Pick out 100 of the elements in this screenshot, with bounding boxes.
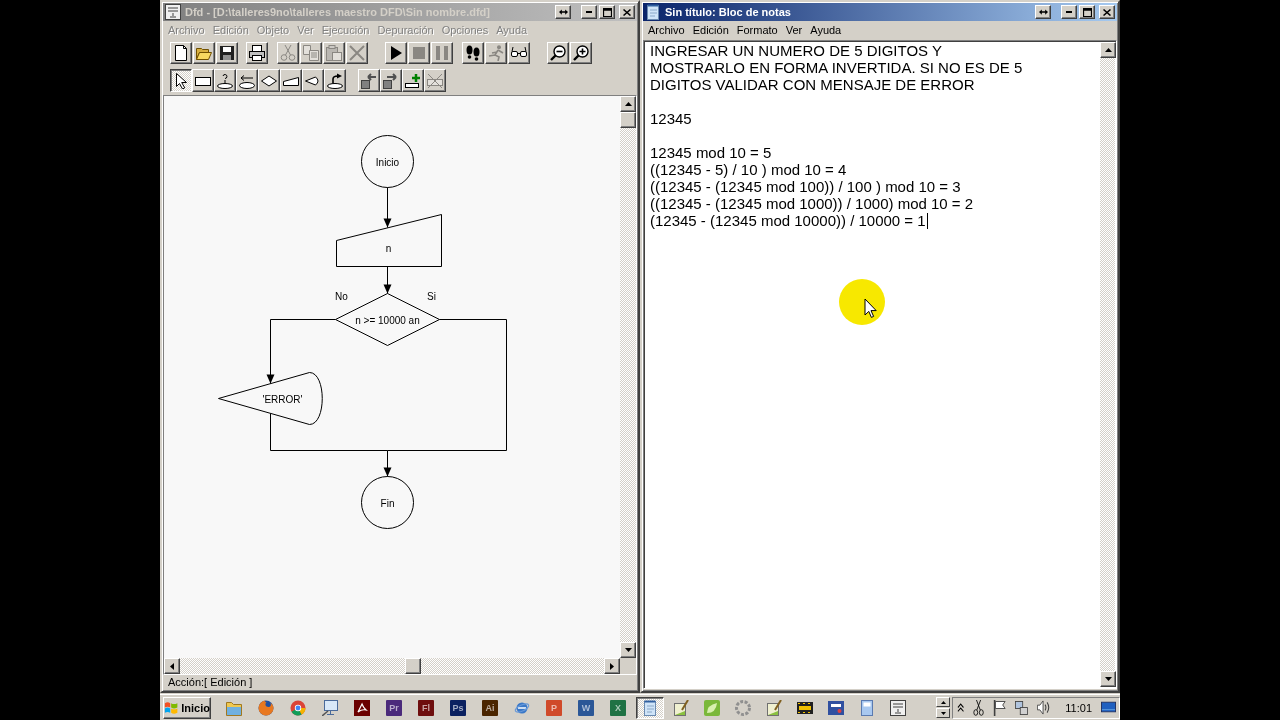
- pencil-document-icon: [766, 699, 782, 716]
- down-arrow-icon: [940, 711, 946, 715]
- menu-item[interactable]: Edición: [688, 22, 733, 39]
- taskbar-window-button[interactable]: [636, 696, 664, 719]
- minimize-button[interactable]: [1061, 5, 1077, 19]
- toolbar-button[interactable]: [170, 42, 192, 64]
- down-arrow-icon: [1104, 677, 1112, 681]
- text-line: 12345 mod 10 = 5: [650, 144, 772, 161]
- scroll-down-button[interactable]: [936, 708, 950, 718]
- text-cursor-icon: [926, 212, 928, 229]
- text-line: ((12345 - (12345 mod 1000)) / 1000) mod 10 = 2: [650, 195, 974, 212]
- scroll-left-button[interactable]: [164, 658, 180, 674]
- text-line: ((12345 - (12345 mod 100)) / 100 ) mod 10 = 3: [650, 178, 961, 195]
- branch-label: Si: [427, 290, 436, 302]
- scroll-right-button[interactable]: [604, 658, 620, 674]
- app-launcher-button[interactable]: Pr: [386, 699, 402, 716]
- double-arrow-icon: [1038, 9, 1048, 15]
- scroll-up-button[interactable]: [936, 697, 950, 707]
- up-arrow-icon: [624, 102, 632, 106]
- close-button[interactable]: [619, 5, 635, 19]
- close-icon: [623, 8, 631, 16]
- left-arrow-icon: [170, 662, 174, 670]
- scroll-thumb[interactable]: [405, 658, 422, 674]
- resize-button[interactable]: [555, 5, 571, 19]
- toolbar-button[interactable]: [385, 42, 407, 64]
- app-launcher-button[interactable]: Fl: [418, 699, 434, 716]
- new-file-icon: [173, 45, 189, 61]
- leaf-icon: [704, 699, 720, 716]
- terminal-node: Inicio: [361, 135, 414, 188]
- scroll-thumb[interactable]: [620, 112, 636, 128]
- maximize-icon: [1082, 7, 1092, 17]
- speaker-icon: [1037, 700, 1051, 715]
- toolbar-button[interactable]: [216, 42, 238, 64]
- windows-flag-icon: [164, 700, 179, 715]
- stop-square-icon: [411, 45, 427, 61]
- down-arrow-icon: [624, 648, 632, 652]
- menu-item[interactable]: Formato: [732, 22, 782, 39]
- menu-item[interactable]: Ayuda: [806, 22, 846, 39]
- scroll-up-button[interactable]: [1100, 42, 1116, 58]
- chevron-up-icon: [957, 703, 965, 712]
- start-button[interactable]: Inicio: [163, 696, 211, 719]
- lined-document-icon: [165, 4, 181, 20]
- app-launcher-button[interactable]: W: [578, 699, 594, 716]
- bar-plus-icon: [405, 72, 421, 89]
- minimize-button[interactable]: [581, 5, 597, 19]
- dashed-ring-icon: [735, 699, 751, 716]
- pencil-document-icon: [673, 699, 689, 716]
- toolbar-button[interactable]: [570, 42, 592, 64]
- tool-button[interactable]: [170, 69, 192, 92]
- toolbar-button[interactable]: [358, 69, 380, 92]
- vertical-scrollbar[interactable]: [620, 96, 636, 658]
- open-folder-icon: [196, 45, 212, 61]
- status-text: Acción:[ Edición ]: [168, 675, 253, 689]
- app-launcher-button[interactable]: P: [546, 699, 562, 716]
- scroll-down-button[interactable]: [620, 642, 636, 658]
- app-launcher-button[interactable]: Ai: [482, 699, 498, 716]
- maximize-button[interactable]: [1079, 5, 1095, 19]
- toolbar-button[interactable]: [402, 69, 424, 92]
- toolbar-button[interactable]: [246, 42, 268, 64]
- notepad-icon: [645, 4, 661, 20]
- monitor-icon: [322, 699, 338, 716]
- text-line: INGRESAR UN NUMERO DE 5 DIGITOS Y: [650, 42, 942, 59]
- input-node: n: [336, 214, 442, 267]
- menu-item[interactable]: Ver: [781, 22, 807, 39]
- app-launcher-button[interactable]: X: [610, 699, 626, 716]
- branch-label: No: [335, 290, 348, 302]
- cursor-highlight-icon: [839, 279, 885, 325]
- close-button[interactable]: [1099, 5, 1115, 19]
- resize-button[interactable]: [1035, 5, 1051, 19]
- desktop-icon: [1101, 699, 1116, 714]
- maximize-button[interactable]: [599, 5, 615, 19]
- up-arrow-icon: [1104, 48, 1112, 52]
- notepad-icon: [642, 699, 658, 716]
- vertical-scrollbar[interactable]: [1100, 42, 1115, 687]
- play-icon: [388, 45, 404, 61]
- pause-icon: [434, 45, 450, 61]
- globe-icon: [258, 699, 274, 716]
- minimize-icon: [1066, 11, 1072, 13]
- toolbar-button[interactable]: [462, 42, 484, 64]
- menu-item[interactable]: Archivo: [644, 22, 689, 39]
- horizontal-scrollbar[interactable]: [164, 658, 620, 674]
- output-node: 'ERROR': [218, 372, 323, 425]
- toolbar-button[interactable]: [508, 42, 530, 64]
- toolbar-button[interactable]: [193, 42, 215, 64]
- zoom-out-icon: [550, 45, 566, 61]
- curved-arrow-stand-icon: [327, 72, 343, 89]
- clipboard-icon: [326, 45, 342, 61]
- clock-text: 11:01: [1065, 701, 1092, 714]
- text-line: ((12345 - 5) / 10 ) mod 10 = 4: [650, 161, 847, 178]
- scroll-down-button[interactable]: [1100, 671, 1116, 687]
- text-line: 12345: [650, 110, 692, 127]
- toolbar-button[interactable]: [547, 42, 569, 64]
- double-arrow-icon: [558, 9, 568, 15]
- box-left-arrow-icon: [361, 72, 377, 89]
- scissors-icon: [280, 45, 296, 61]
- toolbar-button[interactable]: [380, 69, 402, 92]
- scroll-up-button[interactable]: [620, 96, 636, 112]
- terminal-node: Fin: [361, 476, 414, 529]
- app-launcher-button[interactable]: Ps: [450, 699, 466, 716]
- printer-icon: [249, 45, 265, 61]
